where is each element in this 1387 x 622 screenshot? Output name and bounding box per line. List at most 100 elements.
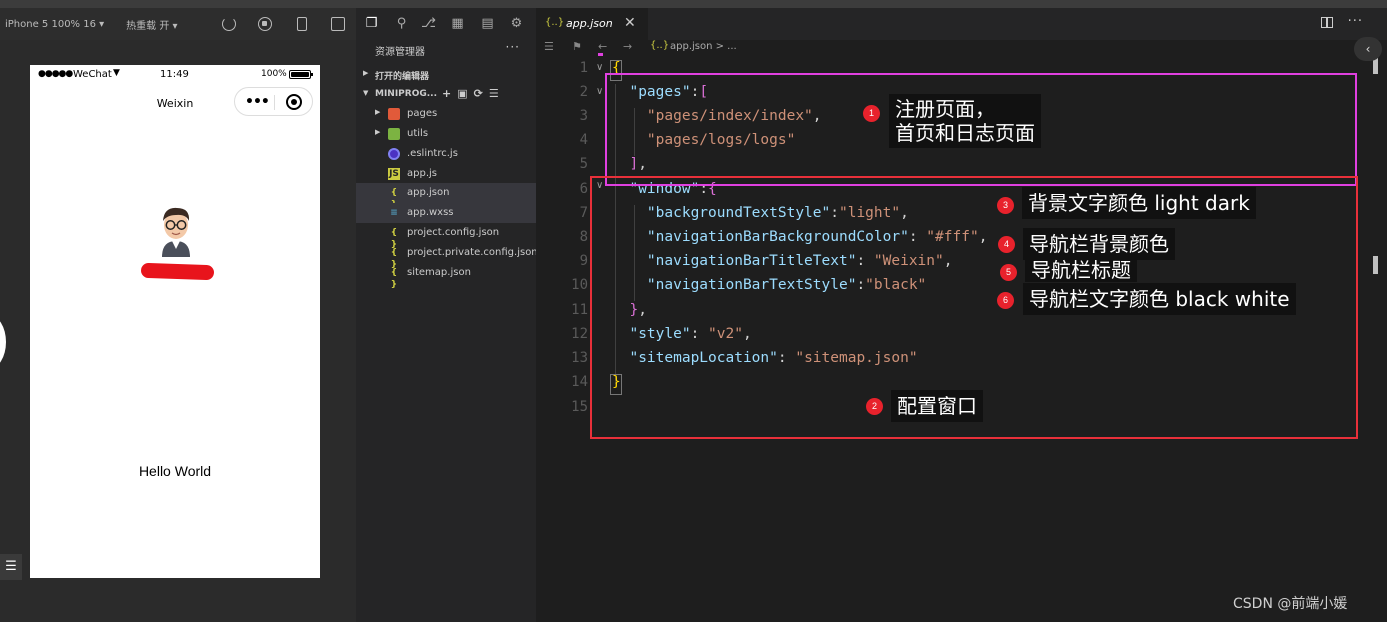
carrier-label: WeChat [73, 69, 112, 80]
explorer-title: 资源管理器 [375, 47, 425, 58]
annotation-number: 3 [997, 197, 1014, 214]
annotation-label: 配置窗口 [891, 390, 983, 422]
annotation-label: 注册页面， 首页和日志页面 [889, 94, 1041, 148]
avatar[interactable] [156, 205, 196, 257]
stop-icon[interactable] [258, 17, 272, 31]
line-number: 8 [579, 229, 588, 245]
json-file-icon: {..} [650, 40, 670, 51]
list-icon[interactable]: ☰ [544, 40, 554, 53]
json-file-icon: { } [390, 248, 398, 270]
line-number: 6 [579, 181, 588, 197]
phone-screen: ●●●●● WeChat ▼ 11:49 100% Weixin ••• Hel… [30, 65, 320, 578]
tree-item-app-json[interactable]: { } app.json [356, 183, 536, 210]
folder-icon [388, 128, 400, 140]
tree-item-pages[interactable]: ▶ pages [356, 104, 536, 124]
tree-item-app-js[interactable]: JS app.js [356, 164, 536, 184]
tab-app-json[interactable]: {..} app.json ✕ [536, 8, 648, 40]
arrow-left-icon[interactable]: ← [598, 40, 607, 53]
more-actions-icon[interactable]: ··· [1348, 14, 1363, 29]
annotation-number: 5 [1000, 264, 1017, 281]
fold-chevron-icon[interactable]: ∨ [596, 62, 603, 73]
activity-bar: ❐ ⚲ ⎇ ▦ ▤ ⚙ [356, 8, 536, 40]
capsule-menu[interactable]: ••• [234, 87, 313, 116]
annotation-number: 6 [997, 292, 1014, 309]
watermark: CSDN @前端小媛 [1233, 596, 1348, 612]
bookmark-icon[interactable]: ⚑ [572, 40, 582, 53]
more-icon[interactable]: ••• [245, 94, 270, 110]
json-file-icon: {..} [545, 17, 565, 28]
tree-item-eslintrc[interactable]: .eslintrc.js [356, 144, 536, 164]
split-editor-icon[interactable] [1321, 17, 1333, 28]
window-icon[interactable] [331, 17, 345, 31]
search-icon[interactable]: ⚲ [394, 16, 409, 31]
fold-chevron-icon[interactable]: ∨ [596, 86, 603, 97]
capsule-divider [274, 95, 275, 110]
line-number: 2 [579, 84, 588, 100]
wifi-icon: ▼ [113, 68, 120, 78]
files-icon[interactable]: ❐ [364, 16, 379, 31]
editor-scrollbar[interactable] [1369, 56, 1387, 622]
chevron-left-icon[interactable]: ‹ [1354, 37, 1382, 61]
list-menu-icon[interactable]: ☰ [0, 554, 22, 580]
scroll-marker [1373, 256, 1378, 274]
cursor-marker [598, 53, 603, 56]
phone-icon[interactable] [297, 17, 307, 31]
annotation-number: 1 [863, 105, 880, 122]
line-number: 12 [571, 326, 588, 342]
line-number: 7 [579, 205, 588, 221]
refresh-icon[interactable] [222, 17, 236, 31]
project-toolbar[interactable]: +▣⟳☰ [442, 87, 505, 100]
eslint-icon [388, 148, 400, 160]
line-number: 15 [571, 399, 588, 415]
source-control-icon[interactable]: ⎇ [421, 16, 436, 31]
line-number: 1 [579, 60, 588, 76]
json-file-icon: { } [390, 228, 398, 250]
annotation-label: 导航栏标题 [1025, 258, 1137, 282]
simulator-toolbar: iPhone 5 100% 16 ▾ 热重载 开 ▾ [0, 8, 356, 40]
line-number: 9 [579, 253, 588, 269]
floating-circle [0, 315, 6, 369]
line-number: 4 [579, 132, 588, 148]
tree-item-utils[interactable]: ▶ utils [356, 124, 536, 144]
close-icon[interactable]: ✕ [624, 15, 636, 31]
annotation-number: 2 [866, 398, 883, 415]
tree-item-project-config[interactable]: { } project.config.json [356, 223, 536, 250]
chevron-right-icon: ▶ [363, 69, 369, 77]
title-strip [0, 0, 1387, 8]
device-selector[interactable]: iPhone 5 100% 16 ▾ [5, 19, 104, 30]
tree-item-project-private-config[interactable]: { } project.private.config.json [356, 243, 538, 270]
tab-label: app.json [566, 17, 613, 30]
panel-icon[interactable]: ▤ [480, 16, 495, 31]
editor-tab-bar: {..} app.json ✕ ··· [536, 8, 1387, 40]
line-number: 11 [571, 302, 588, 318]
battery-icon [289, 70, 313, 79]
annotation-number: 4 [998, 236, 1015, 253]
line-number: 14 [571, 374, 588, 390]
explorer-more-icon[interactable]: ··· [506, 40, 520, 54]
open-editors-section[interactable]: ▶ 打开的编辑器 [356, 66, 536, 84]
extensions-icon[interactable]: ▦ [450, 16, 465, 31]
arrow-right-icon[interactable]: → [623, 40, 632, 53]
docker-icon[interactable]: ⚙ [509, 16, 524, 31]
simulator-area: ●●●●● WeChat ▼ 11:49 100% Weixin ••• Hel… [0, 40, 356, 622]
line-number: 10 [571, 277, 588, 293]
tree-item-sitemap[interactable]: { } sitemap.json [356, 263, 536, 290]
annotation-label: 导航栏文字颜色 black white [1023, 283, 1296, 315]
line-number: 5 [579, 156, 588, 172]
hello-text: Hello World [138, 463, 212, 479]
chevron-right-icon: ▶ [375, 108, 381, 116]
chevron-down-icon: ▼ [363, 89, 369, 97]
close-target-icon[interactable] [286, 94, 302, 110]
annotation-label: 导航栏背景颜色 [1023, 228, 1175, 260]
line-number: 13 [571, 350, 588, 366]
breadcrumb: ☰ ⚑ ← → {..} app.json > ... [536, 40, 1387, 56]
battery-percent: 100% [261, 69, 287, 79]
breadcrumb-path[interactable]: app.json > ... [670, 41, 737, 52]
hot-reload-toggle[interactable]: 热重载 开 ▾ [126, 17, 177, 32]
line-number: 3 [579, 108, 588, 124]
tree-item-app-wxss[interactable]: ≡ app.wxss [356, 203, 536, 223]
chevron-right-icon: ▶ [375, 128, 381, 136]
status-time: 11:49 [160, 69, 189, 80]
folder-icon [388, 108, 400, 120]
project-section[interactable]: ▼ MINIPROG... +▣⟳☰ [356, 86, 536, 104]
